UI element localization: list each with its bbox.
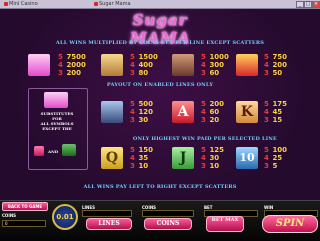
header-highest-win: ONLY HIGHEST WIN PAID PER SELECTED LINE [132,136,278,142]
symbol-logo [28,54,50,76]
tab-mini-casino[interactable]: Mini Casino [2,1,40,7]
minimize-button[interactable]: _ [296,1,304,8]
tab-sugar-mama[interactable]: Sugar Mama [92,1,133,7]
wild-substitutes-text: SUBSTITUTES FOR ALL SYMBOLS EXCEPT THE [40,111,74,131]
casino-icon [4,1,8,6]
paytable-j: 5 125 4 30 3 10 [201,146,225,170]
wild-and-text: AND [48,149,59,154]
window-titlebar [0,0,320,9]
lines-display [82,210,132,217]
paytable-a: 5 200 4 60 3 20 [201,100,225,124]
maximize-button[interactable]: □ [304,1,312,8]
paytable-dog: 5 1000 4 300 3 60 [201,53,229,77]
scatter-money-icon [62,144,76,156]
game-logo: Sugar MAMA [129,11,191,47]
casino-icon [94,1,98,6]
paytable-logo: 5 7500 4 2000 3 200 [58,53,86,77]
symbol-car [236,54,258,76]
coins-per-line-display [142,210,194,217]
paytable-blonde: 5 1500 4 400 3 80 [130,53,158,77]
spin-button[interactable]: SPIN [262,215,318,233]
paytable-k: 5 175 4 45 3 15 [264,100,288,124]
back-to-game-button[interactable]: BACK TO GAME [2,202,48,211]
paytable-car: 5 750 4 200 3 50 [264,53,288,77]
paytable-10: 5 100 4 25 3 5 [264,146,288,170]
symbol-card-j: J [172,147,194,169]
lines-button[interactable]: LINES [86,218,132,230]
symbol-card-10: 10 [236,147,258,169]
paytable-q: 5 150 4 35 3 10 [130,146,154,170]
symbol-card-a: A [172,101,194,123]
symbol-man [101,101,123,123]
header-multiplied: ALL WINS MULTIPLIED BY COINS BET PER LIN… [55,40,265,46]
symbol-wild [44,92,68,108]
symbol-dog [172,54,194,76]
bet-max-button[interactable]: BET MAX [206,216,244,232]
coins-button[interactable]: COINS [144,218,192,230]
coins-display: 0 [2,220,46,227]
symbol-blonde-lady [101,54,123,76]
symbol-card-k: K [236,101,258,123]
coin-value-chip[interactable]: 0.01 [52,204,78,230]
coins-label: COINS [2,213,17,218]
close-button[interactable]: × [312,1,320,8]
header-left-to-right: ALL WINS PAY LEFT TO RIGHT EXCEPT SCATTE… [83,184,237,190]
scatter-gift-icon [34,146,44,156]
paytable-man: 5 500 4 120 3 30 [130,100,154,124]
symbol-card-q: Q [101,147,123,169]
